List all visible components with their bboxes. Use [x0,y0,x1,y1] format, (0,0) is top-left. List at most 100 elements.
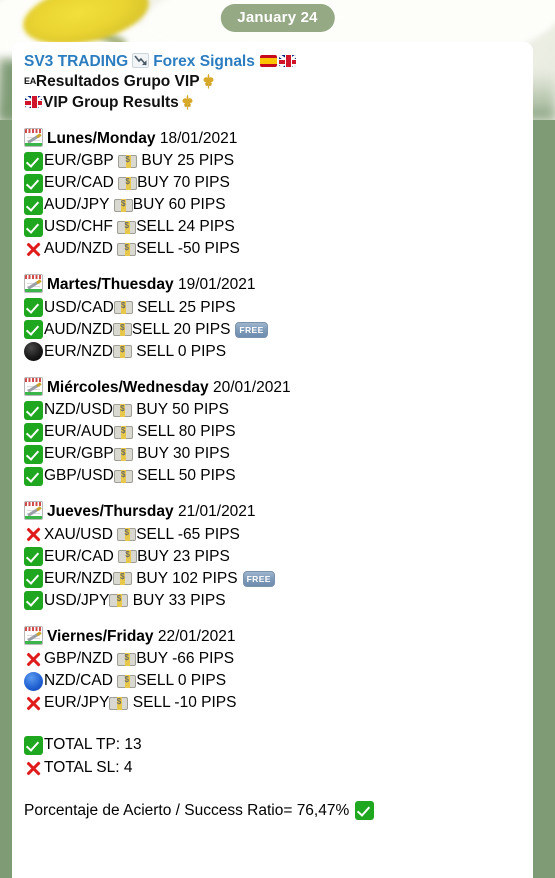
signal-row: GBP/USD SELL 50 PIPS [24,465,521,487]
date-divider-label: January 24 [237,9,318,26]
signal-action: SELL -10 PIPS [128,694,237,712]
signal-row: USD/JPY BUY 33 PIPS [24,590,521,612]
signal-action: BUY 30 PIPS [132,445,230,463]
check-mark-icon [24,151,43,171]
calendar-icon [24,625,43,645]
banknote-icon [112,571,132,586]
chart-decreasing-icon [132,53,150,68]
fleur-de-lis-icon [180,94,195,110]
currency-pair: EUR/AUD [44,423,114,441]
flag-uk-icon [25,96,42,109]
total-row: TOTAL TP: 13 [24,734,521,756]
channel-suffix: Forex Signals [153,53,255,70]
signal-action: SELL -50 PIPS [136,240,240,258]
signal-row: AUD/NZD SELL 20 PIPSFREE [24,319,521,341]
free-badge: FREE [242,570,275,588]
vip-results-line-es: EAResultados Grupo VIP [24,72,521,93]
signal-action: SELL 80 PIPS [132,423,236,441]
signal-action: BUY 25 PIPS [137,152,235,170]
day-date: 21/01/2021 [177,503,256,521]
day-block: Jueves/Thursday 21/01/2021XAU/USD SELL -… [24,501,521,611]
currency-pair: EUR/GBP [44,445,114,463]
banknote-icon [117,220,137,234]
signal-action: SELL 20 PIPS [131,320,231,338]
signal-action: BUY -66 PIPS [136,650,235,668]
day-header: Jueves/Thursday 21/01/2021 [24,501,521,523]
check-mark-icon [24,400,43,420]
check-mark-icon [24,547,43,567]
signal-row: EUR/NZD BUY 102 PIPSFREE [24,568,521,590]
check-mark-icon [24,217,43,237]
flag-spain-text-icon: EA [24,76,36,87]
currency-pair: USD/JPY [44,591,110,609]
check-mark-icon [355,801,375,821]
signal-row: XAU/USD SELL -65 PIPS [24,524,521,546]
banknote-icon [109,593,129,608]
currency-pair: NZD/USD [44,401,113,419]
signal-action: SELL 50 PIPS [132,467,236,485]
banknote-icon [113,469,133,483]
currency-pair: EUR/CAD [44,174,119,192]
signal-action: SELL 24 PIPS [136,218,235,236]
day-name: Lunes/Monday [47,129,156,147]
signal-row: EUR/AUD SELL 80 PIPS [24,421,521,443]
day-date: 22/01/2021 [157,627,236,645]
calendar-icon [24,274,43,294]
signal-action: SELL 0 PIPS [136,672,227,690]
banknote-icon [113,425,133,439]
signal-action: BUY 23 PIPS [137,547,230,565]
currency-pair: USD/CHF [44,218,118,236]
currency-pair: GBP/USD [44,467,114,485]
day-name: Miércoles/Wednesday [47,378,209,396]
currency-pair: AUD/JPY [44,196,114,214]
day-name: Viernes/Friday [47,627,154,645]
currency-pair: USD/CAD [44,298,114,316]
signal-action: SELL -65 PIPS [136,525,240,543]
calendar-icon [24,127,43,147]
day-block: Miércoles/Wednesday 20/01/2021 NZD/USD BU… [24,376,521,487]
currency-pair: EUR/NZD [44,569,113,587]
day-date: 20/01/2021 [212,378,291,396]
check-mark-icon [24,173,43,193]
signal-action: BUY 70 PIPS [137,174,230,192]
total-row: TOTAL SL: 4 [24,757,521,779]
signal-row: NZD/CAD SELL 0 PIPS [24,670,521,692]
day-name: Martes/Thuesday [47,276,174,294]
banknote-icon [117,527,137,542]
signal-row: EUR/CAD BUY 23 PIPS [24,546,521,568]
banknote-icon [118,154,138,168]
banknote-icon [113,447,133,461]
signal-action: SELL 25 PIPS [132,298,236,316]
signals-list: Lunes/Monday 18/01/2021 EUR/GBP BUY 25 PI… [24,127,521,714]
currency-pair: AUD/NZD [44,240,118,258]
banknote-icon [117,242,137,256]
black-circle-icon [24,342,43,362]
signal-row: USD/CAD SELL 25 PIPS [24,297,521,319]
date-divider-pill[interactable]: January 24 [220,4,335,32]
message-bubble[interactable]: SV3 TRADING Forex Signals EAResultados Gr… [12,42,533,878]
day-date: 18/01/2021 [159,129,238,147]
success-ratio-label: Porcentaje de Acierto / Success Ratio= 7… [24,801,350,819]
signal-row: NZD/USD BUY 50 PIPS [24,399,521,421]
currency-pair: GBP/NZD [44,650,118,668]
vip-results-label-es: Resultados Grupo VIP [35,73,200,91]
cross-mark-icon [24,759,43,778]
fleur-de-lis-icon [201,73,216,90]
banknote-icon [113,198,133,212]
banknote-icon [113,300,133,315]
check-mark-icon [24,298,43,318]
currency-pair: EUR/JPY [44,694,110,712]
currency-pair: NZD/CAD [44,672,118,690]
banknote-icon [112,344,132,359]
calendar-icon [24,501,43,521]
signal-row: EUR/NZD SELL 0 PIPS [24,341,521,363]
signal-row: EUR/CAD BUY 70 PIPS [24,172,521,194]
signal-action: BUY 102 PIPS [131,569,238,587]
calendar-icon [24,376,43,396]
day-header: Viernes/Friday 22/01/2021 [24,625,521,648]
vip-results-line-en: VIP Group Results [24,93,521,114]
cross-mark-icon [24,694,43,713]
day-date: 19/01/2021 [177,276,256,294]
check-mark-icon [24,444,43,464]
free-badge: FREE [235,321,268,339]
